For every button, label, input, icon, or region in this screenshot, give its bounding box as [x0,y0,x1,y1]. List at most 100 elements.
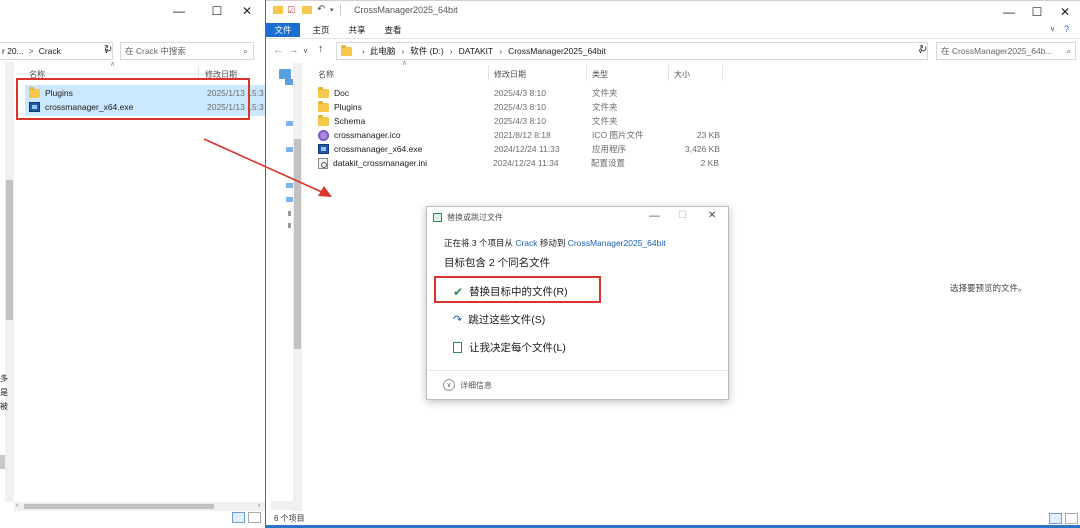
search-placeholder: 在 Crack 中搜索 [125,46,186,56]
source-folder-link[interactable]: Crack [515,238,537,248]
file-date: 2024/12/24 11:33 [494,144,560,154]
tab-file[interactable]: 文件 [266,23,300,37]
large-icons-view-icon[interactable] [1065,513,1078,524]
breadcrumb-this-pc[interactable]: 此电脑 [370,45,396,57]
search-placeholder: 在 CrossManager2025_64b... [941,46,1053,56]
tab-home[interactable]: 主页 [304,23,338,37]
h-scrollbar-thumb[interactable] [24,504,214,509]
breadcrumb-separator: > [28,46,34,56]
minimize-button[interactable]: — [649,210,660,222]
column-size[interactable]: 大小 [674,69,690,80]
refresh-icon[interactable]: ↻ [104,44,112,55]
more-details-link[interactable]: 详细信息 [460,380,492,391]
folder-icon [318,86,329,98]
file-row[interactable]: Doc 2025/4/3 8:10 文件夹 [318,86,728,100]
scroll-left-icon[interactable]: ‹ [16,502,18,509]
file-date: 2021/8/12 8:18 [494,130,551,140]
divider [340,4,341,16]
expand-ribbon-icon[interactable]: ∨ [1050,25,1055,33]
annotation-highlight-box [16,78,250,120]
expand-details-icon[interactable]: ∨ [443,379,455,391]
window-title: CrossManager2025_64bit [354,5,458,15]
address-bar[interactable]: › 此电脑 › 软件 (D:) › DATAKIT › CrossManager… [336,42,928,60]
dialog-title: 替换或跳过文件 [447,213,503,222]
annotation-highlight-box [434,276,601,303]
column-type[interactable]: 类型 [592,69,608,80]
file-name: Doc [334,88,350,98]
search-icon: ⌕ [1066,45,1071,56]
folder-icon [273,6,283,14]
customize-qat-icon[interactable]: ▾ [330,6,334,14]
file-name: Plugins [334,102,362,112]
folder-icon [318,100,329,112]
undo-icon[interactable]: ↶ [317,4,325,15]
tab-share[interactable]: 共享 [340,23,374,37]
details-view-icon[interactable] [1049,513,1062,524]
new-folder-icon[interactable] [302,6,312,14]
destination-folder-link[interactable]: CrossManager2025_64bit [568,238,666,248]
close-button[interactable]: ✕ [708,210,716,221]
properties-icon[interactable]: ☑ [287,5,295,16]
search-input[interactable]: 在 CrossManager2025_64b... ⌕ [936,42,1076,60]
file-size: 3,426 KB [685,144,720,154]
dialog-heading: 目标包含 2 个同名文件 [444,257,551,269]
ribbon-divider [266,38,1080,39]
horizontal-scrollbar[interactable]: ‹ › [14,502,265,511]
back-icon[interactable]: ← [273,44,284,56]
recent-locations-icon[interactable]: ∨ [303,47,308,55]
close-button[interactable]: ✕ [228,0,265,22]
help-icon[interactable]: ? [1064,24,1069,34]
nav-char: 是 [0,388,8,397]
preview-pane-text: 选择要预览的文件。 [950,283,1027,293]
dialog-app-icon [433,213,442,222]
dialog-divider [428,370,727,371]
skip-option-label: 跳过这些文件(S) [468,314,546,326]
close-button[interactable]: ✕ [1046,1,1080,23]
nav-char: 多 [0,374,8,383]
file-row[interactable]: datakit_crossmanager.ini 2024/12/24 11:3… [318,156,728,170]
file-type: 配置设置 [591,158,626,168]
file-row[interactable]: crossmanager.ico 2021/8/12 8:18 ICO 图片文件… [318,128,728,142]
file-size: 2 KB [700,158,719,168]
tab-view[interactable]: 查看 [376,23,410,37]
scrollbar-thumb[interactable] [6,180,13,320]
scroll-right-icon[interactable]: › [258,502,260,509]
large-icons-view-icon[interactable] [248,512,261,523]
breadcrumb-current[interactable]: CrossManager2025_64bit [508,46,606,56]
column-divider [488,65,489,81]
address-bar[interactable]: r 20... > Crack ∨ [0,42,113,60]
file-row[interactable]: Plugins 2025/4/3 8:10 文件夹 [318,100,728,114]
column-modified[interactable]: 修改日期 [494,69,526,80]
refresh-icon[interactable]: ↻ [919,44,927,55]
minimize-button[interactable]: — [160,0,198,22]
truncated-nav-text: 多 是 被 [0,372,8,414]
breadcrumb-datakit[interactable]: DATAKIT [459,46,494,56]
move-info-mid: 移动到 [537,238,568,248]
move-info-prefix: 正在将 3 个项目从 [444,238,516,248]
nav-pane-scrollbar[interactable] [5,62,14,502]
forward-icon[interactable]: → [288,44,299,56]
replace-or-skip-dialog: 替换或跳过文件 — ☐ ✕ 正在将 3 个项目从 Crack 移动到 Cross… [426,206,729,400]
file-type: 文件夹 [592,88,618,98]
breadcrumb-drive[interactable]: 软件 (D:) [410,45,444,57]
up-icon[interactable]: ↑ [318,43,324,55]
decide-each-file-option[interactable]: 让我决定每个文件(L) [453,340,566,355]
folder-icon [318,114,329,126]
file-name: Schema [334,116,366,126]
details-view-icon[interactable] [232,512,245,523]
nav-h-scrollbar[interactable] [271,501,301,510]
nav-pane-icon [288,223,291,228]
column-name[interactable]: 名称 [318,69,334,80]
nav-pane-scrollbar[interactable] [293,63,302,511]
skip-files-option[interactable]: ↷ 跳过这些文件(S) [453,312,545,327]
search-icon: ⌕ [242,45,248,56]
search-input[interactable]: 在 Crack 中搜索 ⌕ [120,42,254,60]
breadcrumb-crack[interactable]: Crack [39,46,61,56]
breadcrumb-separator: › [449,46,453,56]
compare-files-icon [453,342,462,353]
file-type: ICO 图片文件 [592,130,644,140]
file-date: 2024/12/24 11:34 [493,158,559,168]
file-row[interactable]: Schema 2025/4/3 8:10 文件夹 [318,114,728,128]
file-row[interactable]: crossmanager_x64.exe 2024/12/24 11:33 应用… [318,142,728,156]
file-type: 应用程序 [592,144,627,154]
